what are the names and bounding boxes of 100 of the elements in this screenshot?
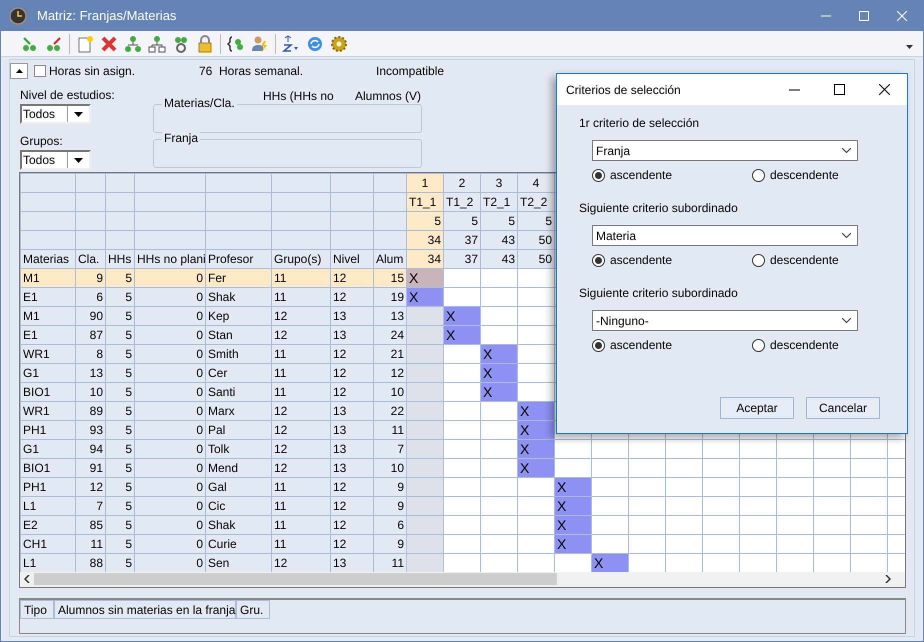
- slot-header[interactable]: T2_1: [480, 192, 518, 212]
- table-cell: 11: [374, 420, 406, 440]
- assignment-cell[interactable]: X: [518, 440, 554, 458]
- table-cell: 12: [330, 268, 374, 288]
- export-icon[interactable]: [45, 34, 63, 52]
- column-header[interactable]: HHs no plani: [134, 250, 206, 268]
- column-header[interactable]: Alum: [374, 250, 406, 268]
- dialog-button[interactable]: Cancelar: [806, 397, 880, 419]
- table-cell: G1: [20, 440, 76, 458]
- table-cell: 12: [374, 364, 406, 382]
- dialog-title: Criterios de selección: [566, 82, 681, 98]
- import-icon[interactable]: [21, 34, 39, 52]
- maximize-icon[interactable]: [834, 84, 845, 95]
- slot-header[interactable]: 1: [406, 174, 444, 192]
- slot-header[interactable]: 2: [444, 174, 480, 192]
- table-cell: 21: [374, 344, 406, 364]
- criterion-label: Siguiente criterio subordinado: [579, 286, 739, 300]
- hierarchy-icon[interactable]: [148, 34, 166, 52]
- slot-header[interactable]: 37: [444, 250, 480, 268]
- assignment-cell[interactable]: X: [518, 458, 554, 478]
- assignment-cell[interactable]: X: [444, 306, 480, 326]
- slot-header[interactable]: T1_2: [444, 192, 480, 212]
- column-header[interactable]: Tipo: [20, 600, 54, 619]
- slot-header[interactable]: 5: [480, 212, 518, 230]
- scroll-right-icon[interactable]: [885, 575, 891, 583]
- radio-option[interactable]: ascendente: [592, 166, 672, 184]
- lock-icon[interactable]: [196, 34, 214, 52]
- brace-icon[interactable]: [227, 34, 245, 52]
- scroll-left-icon[interactable]: [24, 575, 30, 583]
- dropdown[interactable]: Materia: [592, 225, 858, 246]
- column-header[interactable]: Grupo(s): [272, 250, 330, 268]
- dialog-button[interactable]: Aceptar: [720, 397, 794, 419]
- slot-header[interactable]: 5: [518, 212, 554, 230]
- dropdown[interactable]: Todos: [20, 104, 91, 124]
- assignment-cell[interactable]: X: [592, 554, 628, 572]
- refresh-icon[interactable]: [306, 34, 324, 52]
- assignment-cell[interactable]: X: [406, 288, 444, 306]
- close-icon[interactable]: [879, 84, 890, 95]
- assignment-cell[interactable]: X: [444, 326, 480, 344]
- table-cell: Smith: [206, 344, 272, 364]
- radio-option[interactable]: descendente: [752, 166, 839, 184]
- slot-header[interactable]: 3: [480, 174, 518, 192]
- minimize-icon[interactable]: [789, 88, 800, 90]
- assignment-cell[interactable]: X: [480, 344, 518, 364]
- scrollbar-thumb[interactable]: [34, 573, 557, 585]
- slot-header[interactable]: 34: [406, 230, 444, 250]
- slot-header[interactable]: 5: [406, 212, 444, 230]
- assignment-cell[interactable]: X: [554, 496, 592, 516]
- assignment-cell[interactable]: X: [554, 516, 592, 534]
- table-cell: 9: [374, 534, 406, 554]
- assignment-cell[interactable]: X: [518, 402, 554, 420]
- table-cell: 9: [76, 268, 106, 288]
- caret-icon[interactable]: [906, 45, 913, 49]
- slot-header[interactable]: 37: [444, 230, 480, 250]
- table-cell: 5: [106, 288, 134, 306]
- table-cell: L1: [20, 496, 76, 516]
- table-cell: 5: [106, 496, 134, 516]
- checkbox[interactable]: [34, 65, 46, 77]
- sort-icon[interactable]: [282, 34, 300, 52]
- dropdown[interactable]: Todos: [20, 150, 91, 170]
- dropdown[interactable]: Franja: [592, 140, 858, 161]
- column-header[interactable]: HHs: [106, 250, 134, 268]
- table-cell: 0: [134, 306, 206, 326]
- radio-option[interactable]: descendente: [752, 251, 839, 269]
- table-cell: BIO1: [20, 458, 76, 478]
- column-header[interactable]: Profesor: [206, 250, 272, 268]
- slot-header[interactable]: 43: [480, 250, 518, 268]
- assignment-cell[interactable]: X: [518, 420, 554, 440]
- assignment-cell[interactable]: X: [554, 534, 592, 554]
- assignment-cell[interactable]: X: [480, 382, 518, 402]
- slot-header[interactable]: 4: [518, 174, 554, 192]
- radio-option[interactable]: ascendente: [592, 336, 672, 354]
- table-cell: 0: [134, 326, 206, 344]
- settings-icon[interactable]: [330, 34, 348, 52]
- delete-icon[interactable]: [100, 34, 118, 52]
- table-cell: WR1: [20, 402, 76, 420]
- tree-icon[interactable]: [124, 34, 142, 52]
- slot-header[interactable]: 5: [444, 212, 480, 230]
- slot-header[interactable]: 50: [518, 250, 554, 268]
- table-cell: 0: [134, 402, 206, 420]
- assignment-cell[interactable]: X: [406, 268, 444, 288]
- dropdown[interactable]: -Ninguno-: [592, 310, 858, 331]
- slot-header[interactable]: 34: [406, 250, 444, 268]
- radio-option[interactable]: descendente: [752, 336, 839, 354]
- radio-option[interactable]: ascendente: [592, 251, 672, 269]
- column-header[interactable]: Cla.: [76, 250, 106, 268]
- column-header[interactable]: Nivel: [330, 250, 374, 268]
- column-header[interactable]: Materias: [20, 250, 76, 268]
- column-header[interactable]: Gru.: [236, 600, 270, 619]
- person-lightning-icon[interactable]: [251, 34, 269, 52]
- assignment-cell[interactable]: X: [480, 364, 518, 382]
- slot-header[interactable]: T2_2: [518, 192, 554, 212]
- collapse-button[interactable]: [10, 63, 28, 79]
- table-cell: BIO1: [20, 382, 76, 402]
- column-header[interactable]: Alumnos sin materias en la franja: [54, 600, 236, 619]
- assignment-cell[interactable]: X: [554, 478, 592, 496]
- new-document-icon[interactable]: [76, 34, 94, 52]
- slot-header[interactable]: 50: [518, 230, 554, 250]
- slot-header[interactable]: 43: [480, 230, 518, 250]
- slot-header[interactable]: T1_1: [406, 192, 444, 212]
